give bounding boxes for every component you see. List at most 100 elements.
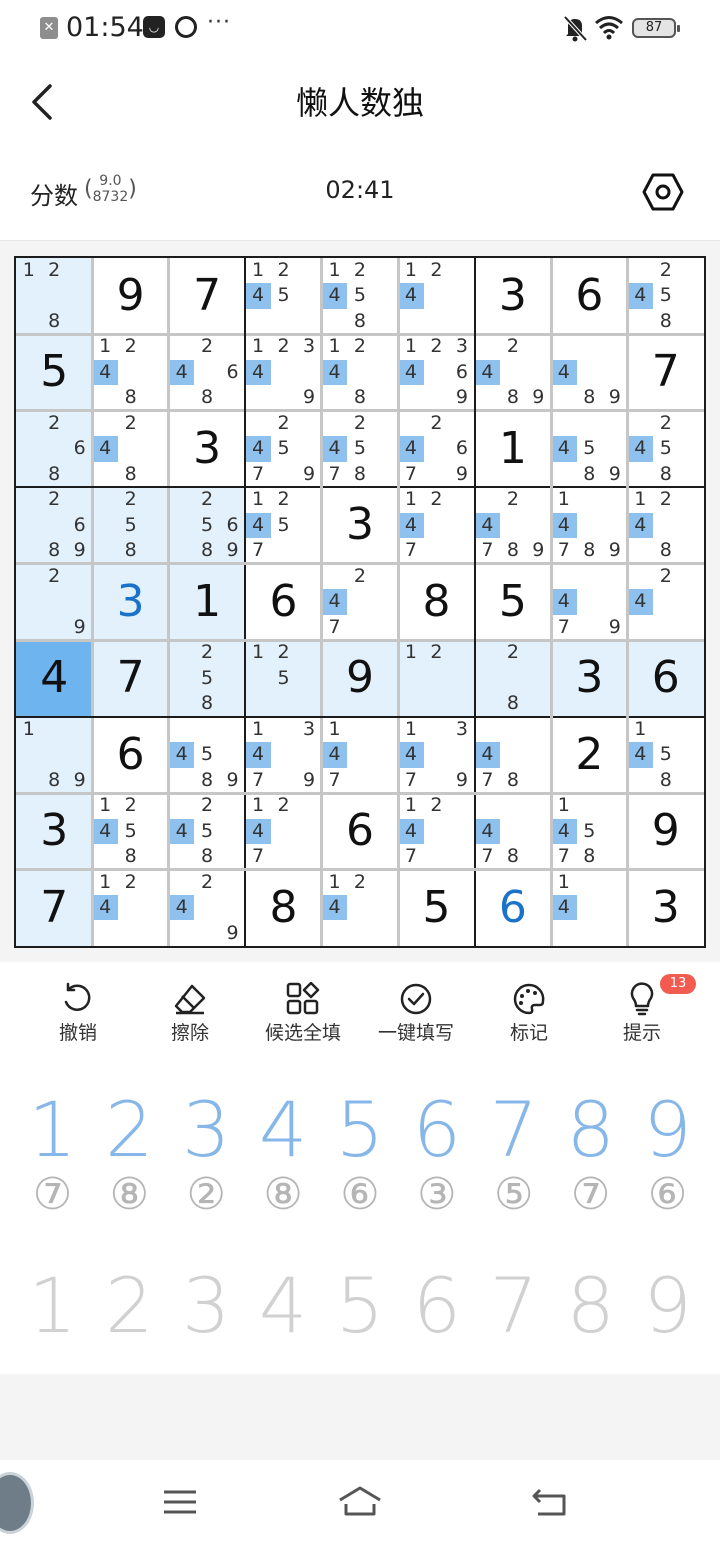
board-cell[interactable]: 7 <box>628 334 704 410</box>
board-cell[interactable]: 125 <box>245 640 322 717</box>
note-key[interactable]: 5 <box>322 1266 399 1346</box>
erase-button[interactable]: 擦除 <box>130 976 250 1046</box>
board-cell[interactable]: 6 <box>551 258 627 334</box>
menu-icon[interactable] <box>156 1480 204 1524</box>
note-key[interactable]: 3 <box>168 1266 245 1346</box>
board-cell[interactable]: 24 <box>627 564 704 640</box>
board-cell[interactable]: 2457 9 <box>245 411 321 487</box>
board-cell[interactable]: 1247 <box>398 793 474 869</box>
board-cell[interactable]: 1 3 47 9 <box>245 717 321 793</box>
board-cell[interactable]: 124 <box>92 870 168 946</box>
board-cell[interactable]: 5 <box>398 870 474 946</box>
board-cell[interactable]: 1248 <box>627 487 704 563</box>
board-cell[interactable]: 3 <box>322 487 398 563</box>
board-cell[interactable]: 6 <box>322 793 398 869</box>
board-cell[interactable]: 3 <box>628 870 704 946</box>
board-cell[interactable]: 25 8 <box>168 640 246 717</box>
board-cell[interactable]: 248 <box>92 411 168 487</box>
board-cell[interactable]: 12457 <box>245 487 321 563</box>
board-cell[interactable]: 1458 <box>627 717 704 793</box>
board-cell[interactable]: 25 8 <box>92 487 169 564</box>
board-cell[interactable]: 9 <box>92 258 168 334</box>
board-cell[interactable]: 1247 <box>398 487 474 563</box>
board-cell[interactable]: 1 89 <box>16 716 93 794</box>
board-cell[interactable]: 3 <box>475 258 551 334</box>
board-cell[interactable]: 2689 <box>16 487 93 564</box>
board-cell[interactable]: 24 68 <box>168 334 245 410</box>
number-key[interactable]: 3② <box>168 1090 245 1217</box>
note-key[interactable]: 4 <box>245 1266 322 1346</box>
board-cell[interactable]: 29 <box>16 563 93 641</box>
board-cell[interactable]: 6 <box>92 717 168 793</box>
board-cell[interactable]: 2489 <box>474 334 551 410</box>
note-key[interactable]: 9 <box>629 1266 706 1346</box>
board-cell[interactable]: 1 <box>475 411 551 487</box>
board-cell[interactable]: 4589 <box>168 717 245 793</box>
board-cell[interactable]: 9 <box>321 640 399 717</box>
number-key[interactable]: 6③ <box>398 1090 475 1217</box>
board-cell[interactable]: 1245 <box>245 258 321 334</box>
settings-hexagon-icon[interactable] <box>642 170 684 214</box>
board-cell[interactable]: 9 <box>628 793 704 869</box>
board-cell[interactable]: 2458 <box>168 793 245 869</box>
board-cell[interactable]: 28 <box>474 640 552 717</box>
board-cell[interactable]: 3 <box>169 411 245 487</box>
board-cell[interactable]: 24578 <box>321 411 398 487</box>
back-icon[interactable] <box>526 1480 574 1524</box>
mark-button[interactable]: 标记 <box>469 976 589 1046</box>
number-key[interactable]: 2⑧ <box>91 1090 168 1217</box>
board-cell[interactable]: 6 <box>627 640 704 717</box>
board-cell[interactable]: 1248 <box>321 334 398 410</box>
number-key[interactable]: 5⑥ <box>322 1090 399 1217</box>
board-cell[interactable]: 8 <box>245 870 321 946</box>
board-cell[interactable]: 3 <box>551 640 628 717</box>
board-cell[interactable]: 123 4 6 9 <box>398 334 474 410</box>
number-key[interactable]: 4⑧ <box>245 1090 322 1217</box>
board-cell[interactable]: 12458 <box>92 793 168 869</box>
board-cell[interactable]: 1 <box>168 563 246 641</box>
board-cell[interactable]: 7 <box>92 640 169 717</box>
number-key[interactable]: 9⑥ <box>629 1090 706 1217</box>
board-cell[interactable]: 24 9 <box>168 870 245 946</box>
board-cell[interactable]: 14 <box>551 870 627 946</box>
note-key[interactable]: 1 <box>14 1266 91 1346</box>
board-cell[interactable]: 24789 <box>474 487 551 563</box>
board-cell[interactable]: 268 <box>16 410 93 488</box>
board-cell[interactable]: 147 <box>321 717 398 793</box>
note-key[interactable]: 2 <box>91 1266 168 1346</box>
board-cell[interactable]: 12 8 <box>16 258 93 335</box>
board-cell[interactable]: 7 <box>16 869 93 946</box>
auto-fill-button[interactable]: 一键填写 <box>356 976 476 1046</box>
undo-button[interactable]: 撤销 <box>18 976 138 1046</box>
note-key[interactable]: 8 <box>552 1266 629 1346</box>
note-key[interactable]: 7 <box>475 1266 552 1346</box>
board-cell[interactable]: 12 <box>398 640 475 717</box>
board-cell[interactable]: 124 <box>321 870 398 946</box>
assistive-ball-icon[interactable] <box>0 1472 34 1534</box>
board-cell[interactable]: 478 <box>474 793 551 869</box>
board-cell[interactable]: 7 <box>169 258 245 334</box>
board-cell[interactable]: 12458 <box>321 258 398 334</box>
board-cell[interactable]: 5 <box>16 334 93 411</box>
number-key[interactable]: 7⑤ <box>475 1090 552 1217</box>
number-key[interactable]: 8⑦ <box>552 1090 629 1217</box>
board-cell[interactable]: 123 4 9 <box>245 334 321 410</box>
board-cell[interactable]: 14789 <box>551 487 627 563</box>
board-cell[interactable]: 3 <box>92 563 169 641</box>
board-cell[interactable]: 1 3 47 9 <box>398 717 474 793</box>
board-cell[interactable]: 24 6 7 9 <box>398 411 474 487</box>
home-icon[interactable] <box>336 1480 384 1524</box>
board-cell[interactable]: 47 9 <box>551 564 627 640</box>
board-cell[interactable]: 4 <box>16 640 93 717</box>
board-cell[interactable]: 2 <box>551 717 627 793</box>
board-cell[interactable]: 14578 <box>551 793 627 869</box>
board-cell[interactable]: 489 <box>551 334 627 410</box>
board-cell[interactable]: 2458 <box>627 411 704 487</box>
board-cell[interactable]: 8 <box>398 564 474 640</box>
board-cell[interactable]: 1248 <box>92 334 168 410</box>
board-cell[interactable]: 25689 <box>168 487 246 564</box>
number-key[interactable]: 1⑦ <box>14 1090 91 1217</box>
board-cell[interactable]: 247 <box>321 564 398 640</box>
board-cell[interactable]: 124 <box>398 258 474 334</box>
board-cell[interactable]: 4589 <box>551 411 627 487</box>
